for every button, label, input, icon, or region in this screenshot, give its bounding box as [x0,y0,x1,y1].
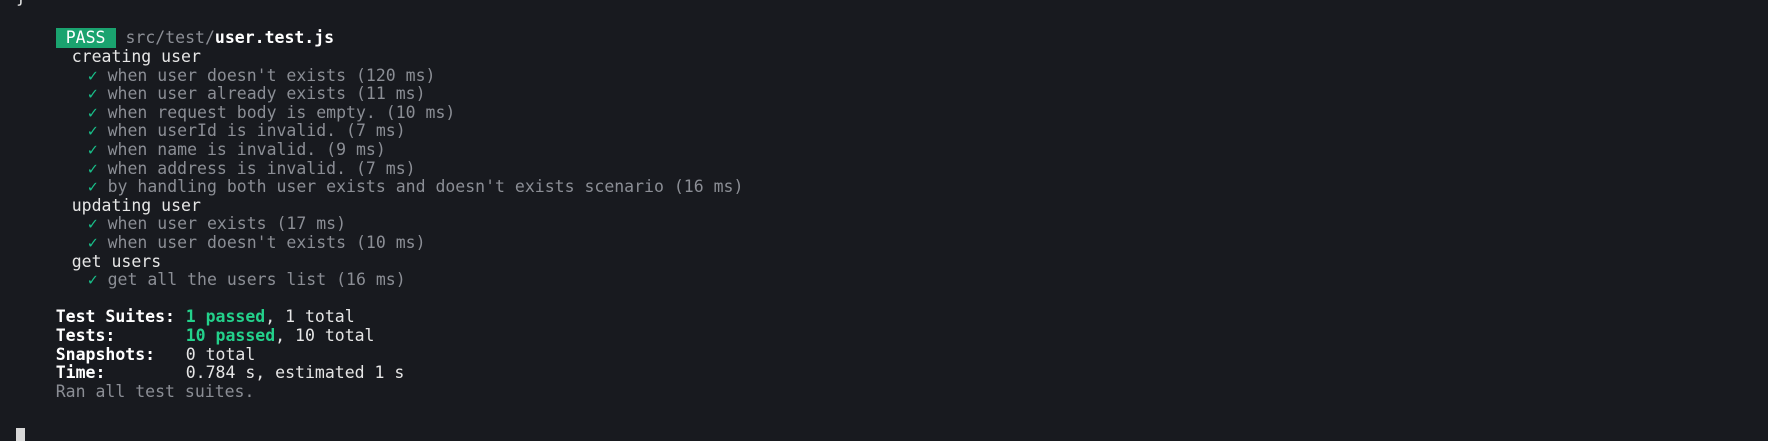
terminal-cursor[interactable] [16,428,25,441]
run-status-text: Ran all test suites. [55,381,255,401]
test-file-header: PASS src/test/user.test.js [16,6,334,48]
run-status-line: Ran all test suites. [16,360,255,401]
test-result: ✓ get all the users list (16 ms) [48,248,406,289]
terminal-window: } PASSsrc/test/user.test.js creating use… [0,0,1768,441]
